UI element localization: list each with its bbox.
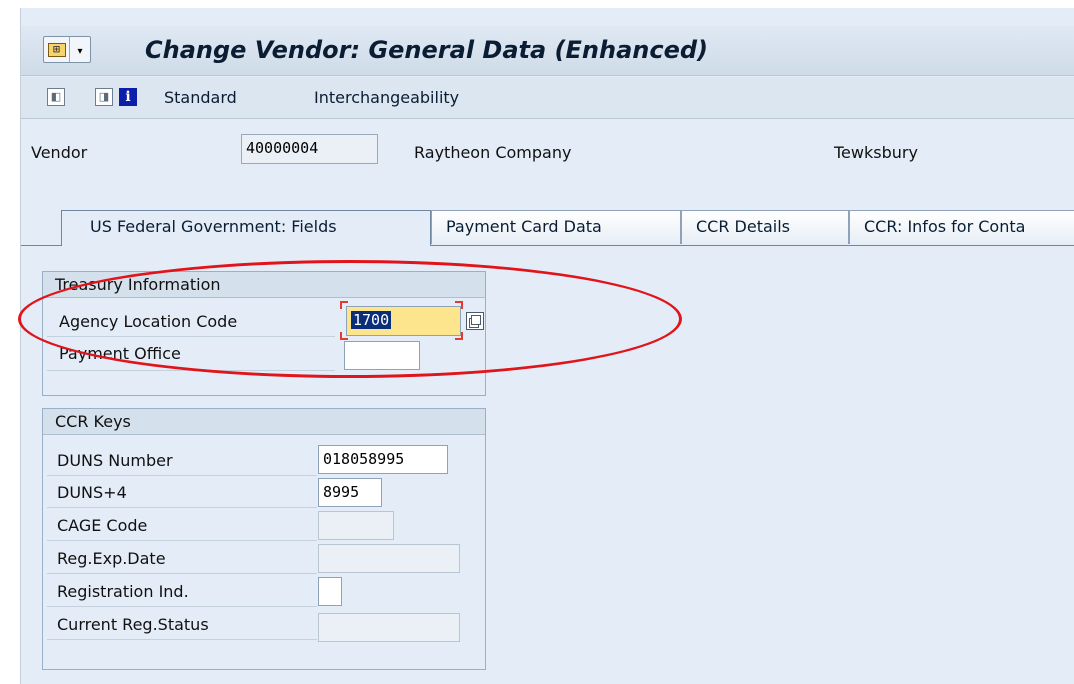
previous-icon[interactable]: ◧	[47, 88, 65, 106]
sap-system-icon: ⊞	[44, 37, 70, 62]
current-reg-status-label: Current Reg.Status	[57, 615, 209, 634]
group-title: CCR Keys	[43, 409, 485, 435]
tab-label: CCR Details	[696, 217, 791, 236]
tab-us-federal-government-fields[interactable]: US Federal Government: Fields	[61, 210, 431, 246]
tab-ccr-details[interactable]: CCR Details	[681, 210, 849, 244]
divider	[47, 507, 317, 508]
duns-plus-4-input[interactable]: 8995	[318, 478, 382, 507]
info-icon[interactable]: i	[119, 88, 137, 106]
divider	[47, 475, 317, 476]
divider	[47, 540, 317, 541]
current-reg-status-input[interactable]	[318, 613, 460, 642]
cage-code-label: CAGE Code	[57, 516, 148, 535]
vendor-number-field[interactable]: 40000004	[241, 134, 378, 164]
vendor-name: Raytheon Company	[414, 143, 572, 162]
next-icon[interactable]: ◨	[95, 88, 113, 106]
vendor-label: Vendor	[31, 143, 88, 162]
page-title: Change Vendor: General Data (Enhanced)	[145, 36, 709, 64]
duns-number-input[interactable]: 018058995	[318, 445, 448, 474]
cage-code-input[interactable]	[318, 511, 394, 540]
tab-ccr-infos-for-contact[interactable]: CCR: Infos for Conta	[849, 210, 1074, 244]
duns-plus-4-label: DUNS+4	[57, 483, 127, 502]
reg-exp-date-input[interactable]	[318, 544, 460, 573]
application-toolbar: ◧ ◨ i Standard Interchangeability	[21, 77, 1074, 119]
registration-ind-label: Registration Ind.	[57, 582, 189, 601]
divider	[47, 639, 317, 640]
reg-exp-date-label: Reg.Exp.Date	[57, 549, 166, 568]
system-menu-button[interactable]: ⊞ ▾	[43, 36, 91, 63]
registration-ind-input[interactable]	[318, 577, 342, 606]
tab-payment-card-data[interactable]: Payment Card Data	[431, 210, 681, 244]
highlight-annotation-circle	[18, 260, 682, 378]
tab-label: Payment Card Data	[446, 217, 602, 236]
tab-label: CCR: Infos for Conta	[864, 217, 1026, 236]
toolbar-standard-button[interactable]: Standard	[164, 88, 237, 107]
dropdown-arrow-icon: ▾	[77, 46, 83, 57]
divider	[47, 606, 317, 607]
divider	[47, 573, 317, 574]
tab-label: US Federal Government: Fields	[90, 217, 337, 236]
duns-number-label: DUNS Number	[57, 451, 173, 470]
toolbar-interchangeability-button[interactable]: Interchangeability	[314, 88, 459, 107]
title-bar: ⊞ ▾ Change Vendor: General Data (Enhance…	[21, 26, 1074, 76]
vendor-city: Tewksbury	[834, 143, 918, 162]
